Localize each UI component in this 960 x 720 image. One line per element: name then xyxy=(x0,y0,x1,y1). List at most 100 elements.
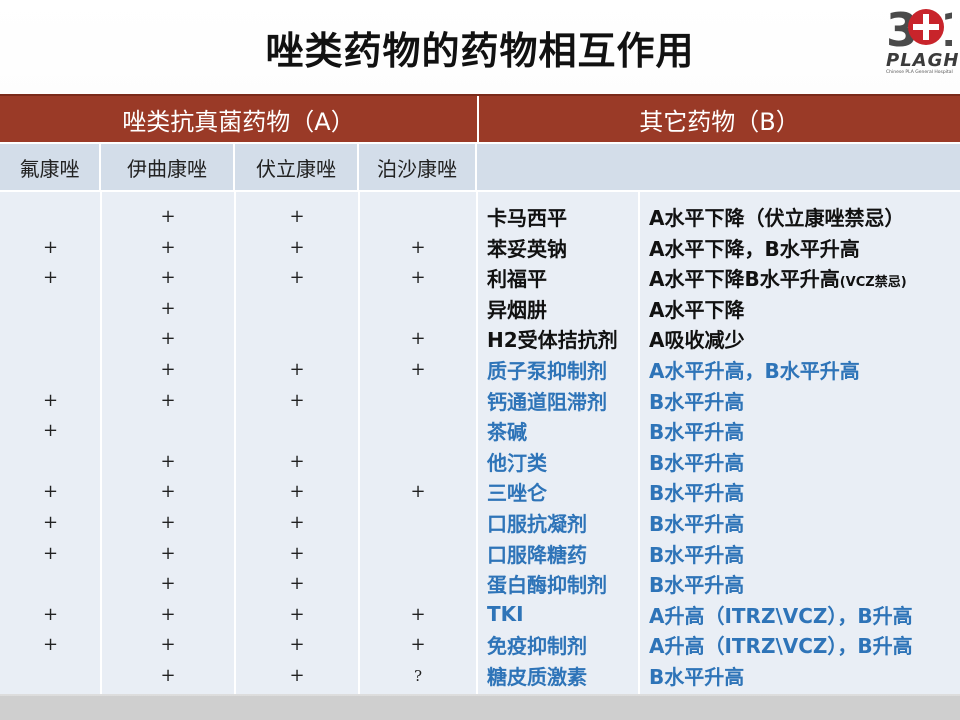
svg-text:1: 1 xyxy=(940,3,952,52)
effect-text: A水平下降，B水平升高 xyxy=(649,236,860,261)
hospital-logo: 3 1 PLAGH Chinese PLA General Hospital xyxy=(884,2,958,78)
table-row: + + 卡马西平 A水平下降（伏立康唑禁忌） xyxy=(0,201,960,232)
cell-posaconazole: + xyxy=(410,328,426,350)
cell-itraconazole: + xyxy=(160,359,176,380)
cell-effect: A水平下降（伏立康唑禁忌） xyxy=(639,202,960,231)
cell-fluconazole: + xyxy=(42,603,59,625)
column-header-row: 氟康唑 伊曲康唑 伏立康唑 泊沙康唑 xyxy=(0,142,960,190)
cell-other-drug: TKI xyxy=(487,602,524,627)
cell-voriconazole: + xyxy=(289,634,305,656)
effect-text: A升高（ITRZ\VCZ），B升高 xyxy=(649,634,913,659)
cell-voriconazole: + xyxy=(289,450,305,472)
footer-bar xyxy=(0,696,960,720)
cell-fluconazole: + xyxy=(42,481,59,503)
effect-text: B水平升高 xyxy=(649,573,745,598)
cell-fluconazole: + xyxy=(42,267,59,289)
table-row: + + + 钙通道阻滞剂 B水平升高 xyxy=(0,385,960,416)
cell-itraconazole: + xyxy=(160,450,176,472)
cell-effect: B水平升高 xyxy=(639,447,960,476)
group-a-header: 唑类抗真菌药物（A） xyxy=(0,96,479,142)
cell-effect: B水平升高 xyxy=(639,661,960,690)
table-row: + 异烟肼 A水平下降 xyxy=(0,293,960,324)
col-header-other xyxy=(477,144,960,190)
table-row: + + 蛋白酶抑制剂 B水平升高 xyxy=(0,568,960,599)
effect-text: A水平下降 xyxy=(649,297,745,322)
cell-itraconazole: + xyxy=(160,603,176,625)
table-group-header: 唑类抗真菌药物（A） 其它药物（B） xyxy=(0,94,960,142)
cell-fluconazole: + xyxy=(42,542,59,564)
cell-other-drug: 异烟肼 xyxy=(487,297,547,322)
cell-itraconazole: + xyxy=(160,206,176,227)
cell-itraconazole: + xyxy=(160,573,176,595)
cell-voriconazole: + xyxy=(289,267,305,289)
cell-posaconazole: ? xyxy=(413,666,423,685)
effect-text: B水平升高 xyxy=(649,542,745,567)
effect-text: B水平升高 xyxy=(649,389,745,414)
cell-other-drug: 糖皮质激素 xyxy=(487,665,587,689)
table-row: + + + + 利福平 A水平下降B水平升高(VCZ禁忌) xyxy=(0,262,960,293)
table-row: + +? 糖皮质激素 B水平升高 xyxy=(0,660,960,691)
cell-posaconazole: + xyxy=(410,481,426,503)
cell-itraconazole: + xyxy=(160,267,176,289)
cell-other-drug: 口服降糖药 xyxy=(487,542,587,567)
cell-other-drug: 口服抗凝剂 xyxy=(487,512,587,536)
effect-text: B水平升高 xyxy=(649,420,745,445)
cell-itraconazole: + xyxy=(160,665,176,686)
cell-itraconazole: + xyxy=(160,542,176,564)
table-row: + 茶碱 B水平升高 xyxy=(0,415,960,446)
col-header-fluconazole: 氟康唑 xyxy=(0,144,101,190)
cell-other-drug: 三唑仑 xyxy=(487,481,547,506)
slide-title: 唑类药物的药物相互作用 xyxy=(265,29,695,73)
cell-effect: A水平下降B水平升高(VCZ禁忌) xyxy=(639,263,960,292)
col-header-voriconazole: 伏立康唑 xyxy=(235,144,359,190)
cell-effect: A升高（ITRZ\VCZ），B升高 xyxy=(639,600,960,629)
cell-itraconazole: + xyxy=(160,389,176,411)
table-row: + + + 质子泵抑制剂 A水平升高，B水平升高 xyxy=(0,354,960,385)
cell-other-drug: H2受体拮抗剂 xyxy=(487,328,618,353)
cell-effect: A水平下降 xyxy=(639,294,960,323)
cell-voriconazole: + xyxy=(289,512,305,533)
cell-posaconazole: + xyxy=(410,634,426,656)
effect-text: A水平升高，B水平升高 xyxy=(649,359,860,383)
cell-fluconazole: + xyxy=(42,420,59,442)
logo-brand: PLAGH xyxy=(886,50,960,71)
cell-posaconazole: + xyxy=(410,267,426,289)
cell-voriconazole: + xyxy=(289,206,305,227)
col-header-posaconazole: 泊沙康唑 xyxy=(359,144,477,190)
cell-itraconazole: + xyxy=(160,512,176,533)
cell-other-drug: 卡马西平 xyxy=(487,206,567,230)
table-row: + + + 口服降糖药 B水平升高 xyxy=(0,538,960,569)
cell-effect: A升高（ITRZ\VCZ），B升高 xyxy=(639,630,960,659)
cell-voriconazole: + xyxy=(289,359,305,380)
logo-301-mark: 3 1 xyxy=(886,3,952,52)
cell-posaconazole: + xyxy=(410,359,426,380)
cell-voriconazole: + xyxy=(289,389,305,411)
cell-itraconazole: + xyxy=(160,328,176,350)
table-row: + + + + 三唑仑 B水平升高 xyxy=(0,476,960,507)
effect-text: B水平升高 xyxy=(649,512,745,536)
cell-other-drug: 蛋白酶抑制剂 xyxy=(487,573,607,598)
cell-voriconazole: + xyxy=(289,603,305,625)
cell-other-drug: 他汀类 xyxy=(487,450,547,475)
cell-other-drug: 钙通道阻滞剂 xyxy=(487,389,607,414)
table-row: + + + + TKI A升高（ITRZ\VCZ），B升高 xyxy=(0,599,960,630)
col-header-itraconazole: 伊曲康唑 xyxy=(101,144,235,190)
effect-text: B水平升高 xyxy=(649,450,745,475)
cell-effect: B水平升高 xyxy=(639,477,960,506)
cell-other-drug: 茶碱 xyxy=(487,420,527,445)
table-row: + + + + 免疫抑制剂 A升高（ITRZ\VCZ），B升高 xyxy=(0,629,960,660)
cell-voriconazole: + xyxy=(289,542,305,564)
cell-fluconazole: + xyxy=(42,389,59,411)
cell-fluconazole: + xyxy=(42,236,59,258)
effect-note: (VCZ禁忌) xyxy=(839,275,907,291)
cell-effect: A水平升高，B水平升高 xyxy=(639,355,960,384)
cell-itraconazole: + xyxy=(160,297,176,319)
cell-effect: B水平升高 xyxy=(639,508,960,537)
table-row: + + + 口服抗凝剂 B水平升高 xyxy=(0,507,960,538)
cell-itraconazole: + xyxy=(160,236,176,258)
interaction-table: 唑类抗真菌药物（A） 其它药物（B） 氟康唑 伊曲康唑 伏立康唑 泊沙康唑 + +… xyxy=(0,94,960,694)
cell-other-drug: 质子泵抑制剂 xyxy=(487,359,607,383)
cell-other-drug: 苯妥英钠 xyxy=(487,236,567,261)
cell-effect: B水平升高 xyxy=(639,386,960,415)
table-row: + + H2受体拮抗剂 A吸收减少 xyxy=(0,323,960,354)
